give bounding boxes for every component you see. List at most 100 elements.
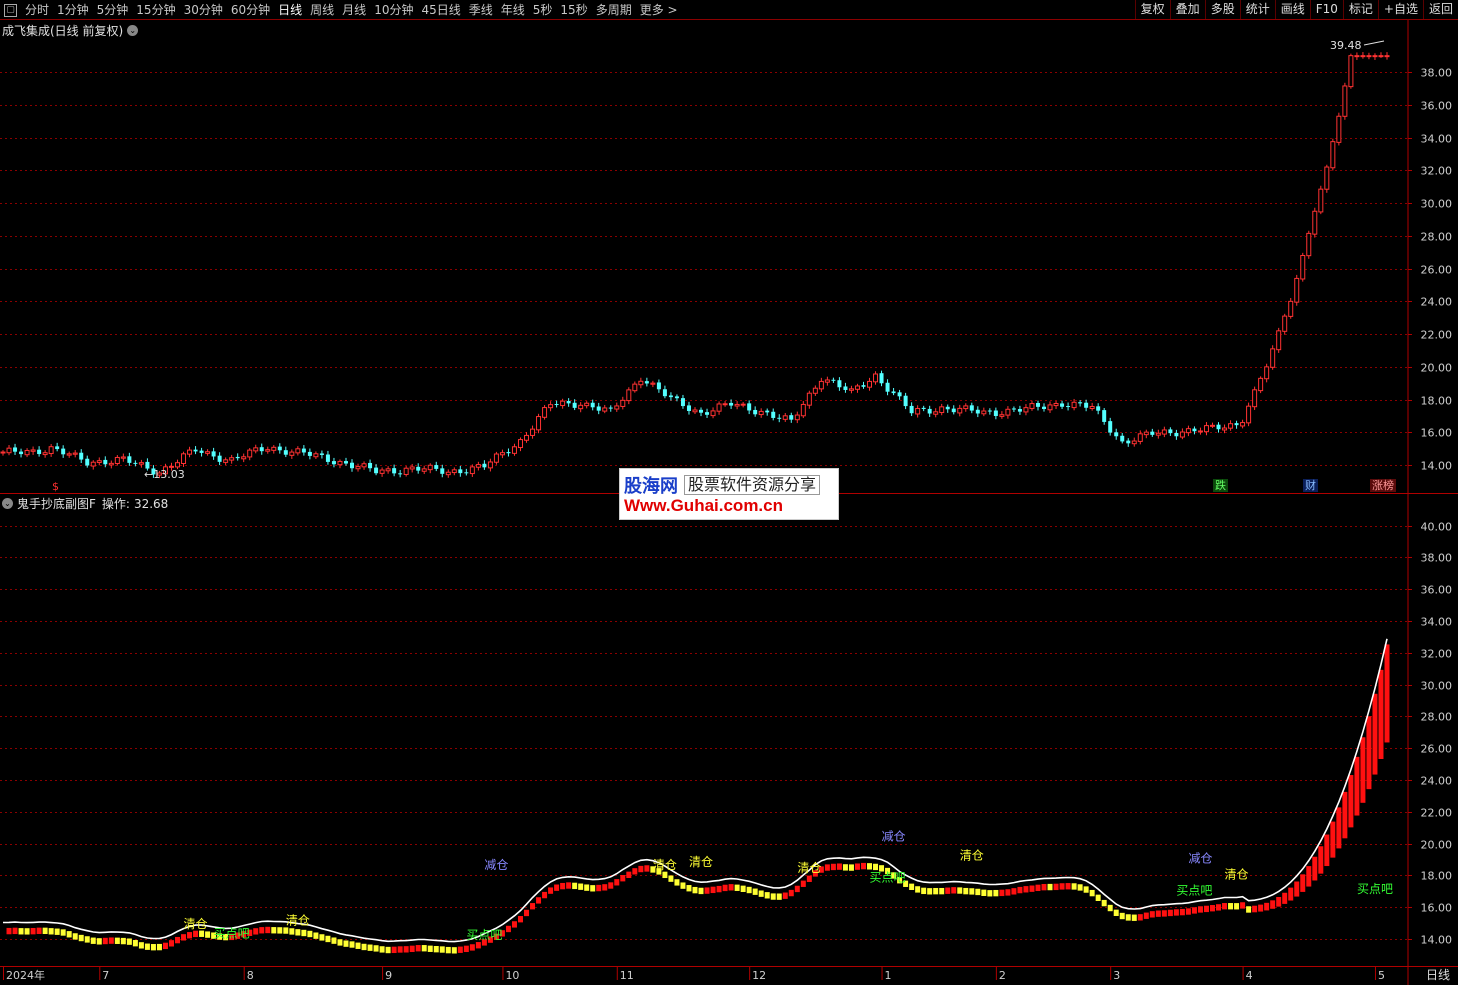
indicator-bar (981, 889, 987, 896)
indicator-bar (18, 928, 24, 935)
candle (1360, 52, 1366, 59)
indicator-bar (933, 887, 939, 895)
candle-body (229, 457, 235, 461)
candle (337, 459, 343, 469)
candle (1203, 422, 1209, 436)
candle (307, 448, 312, 460)
candle-body (0, 451, 6, 454)
indicator-bar (24, 928, 30, 935)
candle-body (37, 449, 42, 455)
candle-body (469, 466, 475, 475)
candle-body (758, 410, 764, 416)
candle-body (668, 395, 673, 398)
date-tick-label: 2 (999, 969, 1006, 982)
candle-body (800, 403, 806, 417)
candle-body (42, 452, 48, 456)
candle (42, 450, 48, 458)
candle (644, 377, 649, 387)
mark-die[interactable]: 跌 (1213, 479, 1228, 492)
mark-zhang[interactable]: 涨榜 (1370, 479, 1396, 492)
indicator-bar (349, 941, 355, 948)
indicator-bar (1306, 866, 1312, 887)
indicator-bar (168, 940, 174, 947)
candle (350, 459, 355, 472)
candle-body (1185, 428, 1191, 434)
candle (1294, 274, 1300, 306)
candle-body (440, 468, 445, 474)
candle-body (434, 465, 439, 469)
indicator-bar (1077, 884, 1083, 891)
indicator-tick-label: 16.00 (1421, 902, 1453, 915)
candle (1143, 429, 1149, 439)
candle (1234, 420, 1239, 429)
indicator-bar (722, 884, 728, 892)
candle-body (24, 450, 30, 456)
candle-body (30, 449, 36, 452)
candle-body (1029, 403, 1035, 409)
candle-body (1354, 55, 1360, 58)
candle-body (818, 380, 824, 390)
guhai-watermark: 股海网 股票软件资源分享 Www.Guhai.com.cn (619, 468, 839, 520)
indicator-bar (126, 938, 132, 945)
candle (271, 445, 277, 454)
candle (662, 385, 667, 399)
candle-body (753, 409, 758, 415)
candle (650, 380, 656, 388)
candle-body (1216, 424, 1221, 430)
indicator-bar (1167, 909, 1173, 917)
indicator-bar (572, 882, 578, 890)
candle-body (193, 449, 198, 452)
candle (241, 453, 247, 463)
candle-body (873, 373, 879, 383)
indicator-bar (1191, 907, 1197, 914)
indicator-bar (1149, 911, 1155, 918)
indicator-bar (1228, 903, 1234, 910)
candle-body (1240, 422, 1246, 427)
indicator-bar (48, 928, 54, 935)
candle (127, 452, 132, 466)
indicator-bar (60, 929, 66, 936)
candle-body (427, 464, 433, 471)
candle (403, 465, 409, 477)
candle-body (506, 452, 511, 454)
indicator-bar (1059, 883, 1065, 890)
indicator-bar (102, 937, 108, 945)
candle (138, 459, 144, 468)
candle (614, 402, 620, 412)
dividend-mark[interactable]: $ (52, 480, 59, 493)
indicator-bar (1131, 914, 1137, 921)
candle-body (867, 380, 873, 388)
indicator-bar (90, 937, 96, 944)
candle-body (1047, 404, 1053, 411)
candle-body (903, 395, 908, 407)
candle (187, 446, 193, 458)
mark-cai[interactable]: 财 (1303, 479, 1318, 492)
candle (1174, 429, 1179, 440)
candle (1005, 406, 1011, 419)
candle-body (307, 451, 312, 456)
price-tick-label: 32.00 (1421, 165, 1453, 178)
candle (451, 467, 457, 476)
candle (867, 377, 873, 391)
candle-body (403, 467, 409, 475)
indicator-bar (860, 862, 866, 870)
candle-body (1288, 300, 1294, 317)
indicator-bar (578, 883, 584, 890)
signal-buy-label: 买点吧 (1357, 882, 1393, 896)
candle (1384, 52, 1390, 60)
candle-body (72, 452, 78, 455)
candle (1366, 52, 1372, 60)
indicator-plot (2, 638, 1390, 954)
indicator-tick-label: 32.00 (1421, 648, 1453, 661)
candle (427, 463, 433, 474)
date-tick-label: 11 (620, 969, 634, 982)
candle-body (1023, 407, 1029, 413)
indicator-bar (114, 937, 120, 944)
candle (313, 451, 319, 459)
candle (385, 466, 391, 474)
watermark-slogan: 股票软件资源分享 (684, 475, 821, 495)
indicator-bar (770, 893, 776, 900)
candle-body (79, 452, 84, 460)
indicator-bar (325, 935, 331, 943)
indicator-bar (999, 889, 1005, 897)
